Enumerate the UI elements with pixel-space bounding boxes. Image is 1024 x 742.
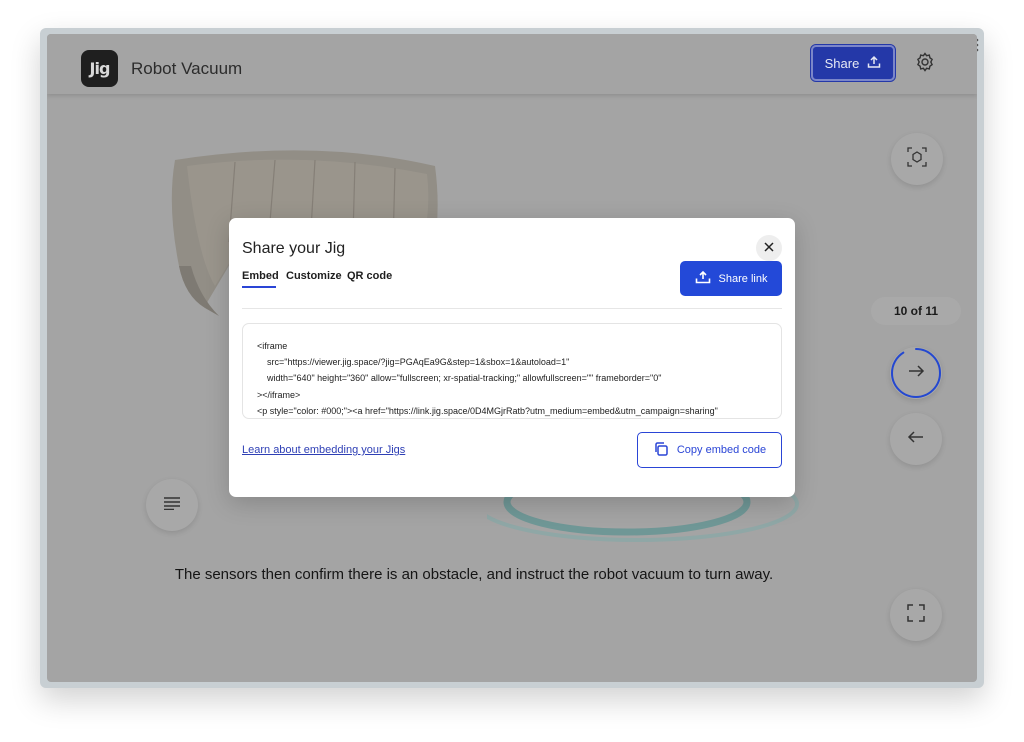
tab-qr-code[interactable]: QR code <box>347 270 392 282</box>
learn-embedding-link[interactable]: Learn about embedding your Jigs <box>242 444 405 456</box>
code-line: ></iframe> <box>257 389 301 400</box>
share-button[interactable]: Share <box>810 44 896 82</box>
fullscreen-icon <box>906 603 926 628</box>
top-bar: Jig Robot Vacuum Share <box>47 34 977 94</box>
close-button[interactable] <box>756 235 782 261</box>
embed-code-box[interactable]: <iframe src="https://viewer.jig.space/?j… <box>242 323 782 419</box>
fullscreen-button[interactable] <box>890 589 942 641</box>
ar-scan-icon <box>906 146 928 173</box>
text-lines-icon <box>163 496 181 515</box>
arrow-left-icon <box>906 427 926 452</box>
step-caption: The sensors then confirm there is an obs… <box>174 566 774 583</box>
notes-button[interactable] <box>146 479 198 531</box>
arrow-right-icon <box>906 361 926 386</box>
tab-customize[interactable]: Customize <box>286 270 342 282</box>
divider <box>242 308 782 309</box>
dialog-title: Share your Jig <box>242 240 346 257</box>
tab-embed[interactable]: Embed <box>242 270 279 282</box>
jig-logo[interactable]: Jig <box>81 50 118 87</box>
step-counter: 10 of 11 <box>871 297 961 325</box>
active-tab-indicator <box>242 286 276 288</box>
share-link-button[interactable]: Share link <box>680 261 782 296</box>
close-icon <box>764 239 774 257</box>
copy-embed-code-button[interactable]: Copy embed code <box>637 432 782 468</box>
share-link-label: Share link <box>718 272 768 285</box>
app-title: Robot Vacuum <box>131 59 243 78</box>
share-button-label: Share <box>824 55 860 71</box>
code-line: <p style="color: #000;"><a href="https:/… <box>257 405 718 416</box>
prev-step-button[interactable] <box>890 413 942 465</box>
gear-icon[interactable] <box>914 51 936 73</box>
copy-embed-label: Copy embed code <box>676 444 767 456</box>
share-dialog: Share your Jig Embed Customize QR code S… <box>229 218 795 497</box>
code-line: width="640" height="360" allow="fullscre… <box>257 373 662 384</box>
next-step-button[interactable] <box>890 347 942 399</box>
ar-view-button[interactable] <box>891 133 943 185</box>
upload-icon <box>695 270 711 287</box>
upload-icon <box>867 55 881 72</box>
code-line: <iframe <box>257 341 288 351</box>
code-line: src="https://viewer.jig.space/?jig=PGAqE… <box>257 357 570 368</box>
copy-icon <box>653 441 669 460</box>
